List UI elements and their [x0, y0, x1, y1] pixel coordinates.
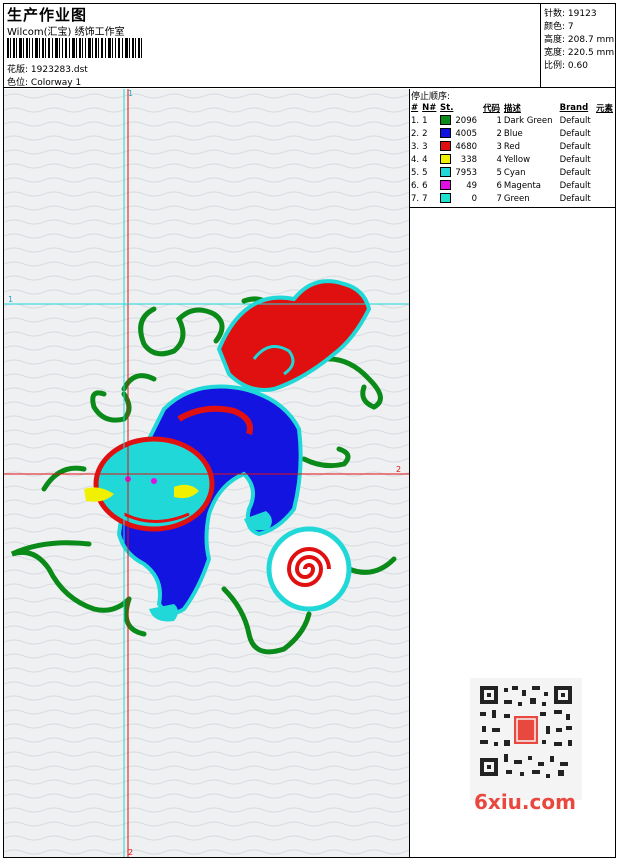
marker-top: 1 [128, 89, 133, 98]
colorway-info: 色位: Colorway 1 [7, 75, 81, 88]
row-stitches: 2096 [439, 114, 482, 127]
row-element [595, 192, 616, 205]
color-table: # N# St. 代码 描述 Brand 元素 1. 1 2096 1 Dark Gre… [410, 101, 616, 205]
company-name: Wilcom(汇宝) 绣饰工作室 [7, 27, 125, 38]
row-description: Red [503, 141, 521, 152]
col-code: 代码 [482, 103, 500, 114]
row-description: Dark Green [503, 115, 553, 126]
qr-code [470, 678, 582, 800]
row-index: 4. [411, 154, 420, 165]
row-code: 4 [496, 154, 502, 165]
page-title: 生产作业图 [7, 6, 88, 24]
table-row: 6. 6 49 6 Magenta Default [410, 179, 616, 192]
color-swatch [440, 141, 452, 152]
row-brand: Default [559, 115, 591, 126]
table-row: 4. 4 338 4 Yellow Default [410, 153, 616, 166]
pattern-label: 花版: [7, 65, 29, 75]
row-stitches: 49 [439, 179, 482, 192]
row-index: 2. [411, 128, 420, 139]
col-description: 描述 [503, 103, 521, 114]
row-needle: 2 [422, 128, 428, 139]
row-code: 2 [496, 128, 502, 139]
color-swatch [440, 180, 452, 191]
row-brand: Default [559, 141, 591, 152]
row-brand: Default [559, 167, 591, 178]
pattern-info: 花版: 1923283.dst [7, 62, 88, 75]
height-stat: 高度: 208.7 mm [544, 35, 615, 45]
row-code: 1 [496, 115, 502, 126]
table-row: 2. 2 4005 2 Blue Default [410, 127, 616, 140]
marker-right: 2 [396, 465, 401, 474]
row-element [595, 166, 616, 179]
row-code: 3 [496, 141, 502, 152]
color-swatch [440, 128, 452, 139]
row-needle: 4 [422, 154, 428, 165]
row-index: 1. [411, 115, 420, 126]
embroidery-design: 1 1 2 2 [4, 89, 409, 857]
stitches-stat: 针数: 19123 [544, 9, 597, 19]
row-description: Magenta [503, 180, 541, 191]
barcode [7, 38, 142, 58]
row-needle: 5 [422, 167, 428, 178]
row-stitches: 338 [439, 153, 482, 166]
color-swatch [440, 167, 452, 178]
header-divider [3, 87, 616, 88]
row-index: 5. [411, 167, 420, 178]
color-swatch [440, 154, 452, 165]
row-code: 7 [496, 193, 502, 204]
row-description: Green [503, 193, 530, 204]
col-index: # [411, 102, 419, 113]
table-row: 3. 3 4680 3 Red Default [410, 140, 616, 153]
table-row: 7. 7 0 7 Green Default [410, 192, 616, 205]
spiral-flower [266, 526, 352, 612]
scale-stat: 比例: 0.60 [544, 61, 588, 71]
row-needle: 7 [422, 193, 428, 204]
design-canvas: 1 1 2 2 [4, 89, 410, 857]
row-stitches: 4680 [439, 140, 482, 153]
color-swatch [440, 115, 452, 126]
watermark-logo: 6xiu.com [474, 790, 576, 814]
row-needle: 3 [422, 141, 428, 152]
col-element: 元素 [596, 103, 614, 114]
row-element [595, 179, 616, 192]
col-stitches: St. [440, 102, 454, 113]
row-description: Blue [503, 128, 523, 139]
row-index: 7. [411, 193, 420, 204]
row-element [595, 127, 616, 140]
row-needle: 6 [422, 180, 428, 191]
row-description: Yellow [503, 154, 531, 165]
row-brand: Default [559, 154, 591, 165]
row-stitches: 7953 [439, 166, 482, 179]
row-element [595, 140, 616, 153]
design-stats: 针数: 19123 颜色: 7 高度: 208.7 mm 宽度: 220.5 m… [540, 3, 617, 87]
row-code: 5 [496, 167, 502, 178]
colorway-label: 色位: [7, 78, 29, 88]
row-brand: Default [559, 128, 591, 139]
row-element [595, 153, 616, 166]
row-brand: Default [559, 180, 591, 191]
table-divider [410, 207, 616, 208]
width-stat: 宽度: 220.5 mm [544, 48, 615, 58]
color-table-header: # N# St. 代码 描述 Brand 元素 [410, 101, 616, 114]
row-element [595, 114, 616, 127]
col-brand: Brand [559, 102, 589, 113]
marker-left: 1 [8, 295, 13, 304]
row-code: 6 [496, 180, 502, 191]
row-index: 6. [411, 180, 420, 191]
colors-stat: 颜色: 7 [544, 22, 574, 32]
row-description: Cyan [503, 167, 526, 178]
color-swatch [440, 193, 452, 204]
table-row: 1. 1 2096 1 Dark Green Default [410, 114, 616, 127]
table-row: 5. 5 7953 5 Cyan Default [410, 166, 616, 179]
row-stitches: 4005 [439, 127, 482, 140]
pattern-value: 1923283.dst [30, 65, 88, 75]
row-stitches: 0 [439, 192, 482, 205]
row-needle: 1 [422, 115, 428, 126]
colorway-value: Colorway 1 [30, 78, 82, 88]
marker-bottom: 2 [128, 848, 133, 857]
row-brand: Default [559, 193, 591, 204]
row-index: 3. [411, 141, 420, 152]
col-needle: N# [422, 102, 437, 113]
